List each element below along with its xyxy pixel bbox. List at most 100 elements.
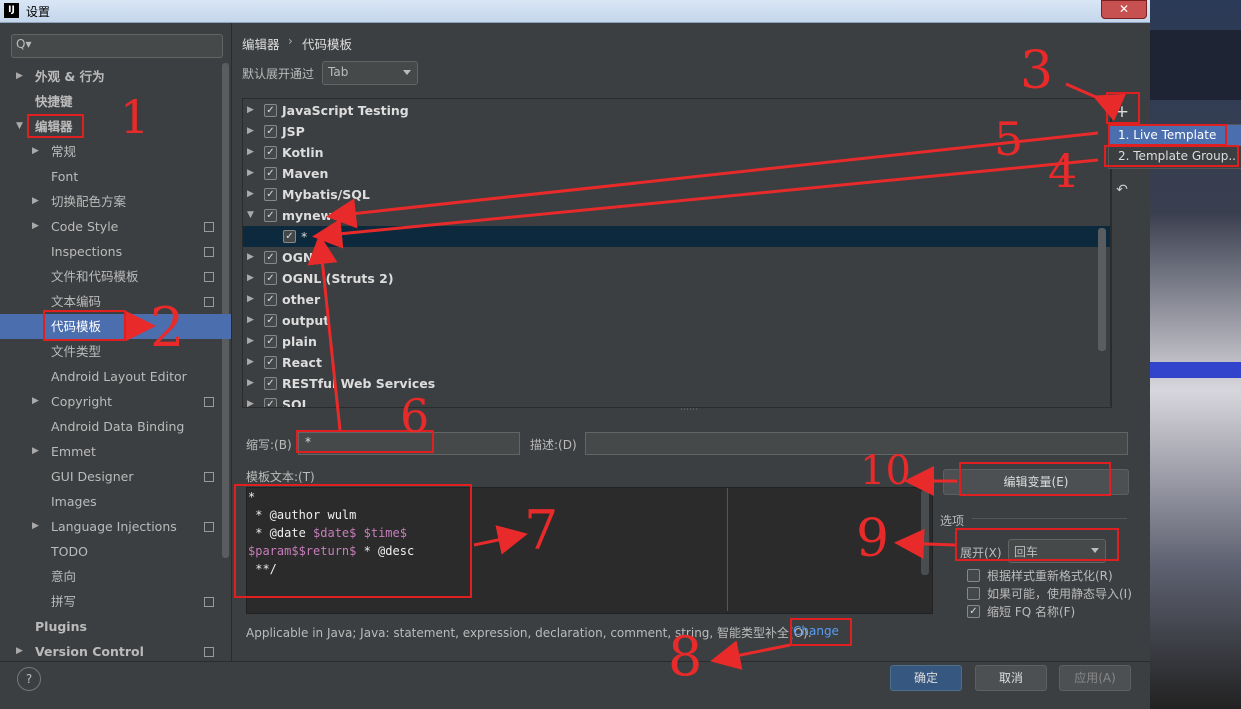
template-group-row[interactable]: ▶ ✓ SQL xyxy=(243,394,1111,407)
template-checkbox[interactable]: ✓ xyxy=(264,314,277,327)
template-checkbox[interactable]: ✓ xyxy=(264,209,277,222)
splitter-handle[interactable]: ⋯⋯ xyxy=(680,405,698,415)
ok-button[interactable]: 确定 xyxy=(890,665,962,691)
template-checkbox[interactable]: ✓ xyxy=(264,146,277,159)
annotation-number: 6 xyxy=(400,389,430,443)
shorten-fq-checkbox[interactable]: ✓ xyxy=(967,605,980,618)
template-tree-scrollbar[interactable] xyxy=(1098,228,1106,351)
chevron-right-icon[interactable]: ▶ xyxy=(247,268,254,289)
sidebar-item[interactable]: 文件和代码模板 xyxy=(0,264,231,289)
template-group-row[interactable]: ▶ ✓ RESTful Web Services xyxy=(243,373,1111,394)
description-input[interactable] xyxy=(585,432,1128,455)
sidebar-item[interactable]: ▶ 外观 & 行为 xyxy=(0,64,231,89)
chevron-right-icon[interactable]: ▶ xyxy=(247,184,254,205)
template-group-row[interactable]: ▶ ✓ other xyxy=(243,289,1111,310)
sidebar-item-label: Code Style xyxy=(51,219,119,234)
chevron-right-icon[interactable]: ▶ xyxy=(32,514,39,539)
template-group-name: output xyxy=(282,313,330,328)
sidebar-item[interactable]: ▶ Version Control xyxy=(0,639,231,662)
sidebar-item[interactable]: ▶ Language Injections xyxy=(0,514,231,539)
template-checkbox[interactable]: ✓ xyxy=(264,251,277,264)
template-group-row[interactable]: ▶ ✓ output xyxy=(243,310,1111,331)
chevron-right-icon[interactable]: ▶ xyxy=(247,310,254,331)
sidebar-item[interactable]: 意向 xyxy=(0,564,231,589)
template-checkbox[interactable]: ✓ xyxy=(264,377,277,390)
template-group-row[interactable]: ▶ ✓ React xyxy=(243,352,1111,373)
static-import-checkbox[interactable] xyxy=(967,587,980,600)
cancel-button[interactable]: 取消 xyxy=(975,665,1047,691)
template-checkbox[interactable]: ✓ xyxy=(264,356,277,369)
chevron-right-icon[interactable]: ▶ xyxy=(247,373,254,394)
template-checkbox[interactable]: ✓ xyxy=(264,188,277,201)
sidebar-item-label: 快捷键 xyxy=(35,94,73,109)
chevron-right-icon[interactable]: ▶ xyxy=(247,331,254,352)
template-group-row[interactable]: ▶ ✓ Maven xyxy=(243,163,1111,184)
search-input[interactable]: Q▾ xyxy=(11,34,223,58)
sidebar-item[interactable]: Images xyxy=(0,489,231,514)
template-row[interactable]: ✓ * xyxy=(243,226,1111,247)
close-button[interactable]: ✕ xyxy=(1101,0,1147,19)
sidebar-item[interactable]: Inspections xyxy=(0,239,231,264)
chevron-right-icon[interactable]: ▶ xyxy=(32,139,39,164)
template-checkbox[interactable]: ✓ xyxy=(264,167,277,180)
template-checkbox[interactable]: ✓ xyxy=(264,293,277,306)
template-checkbox[interactable]: ✓ xyxy=(264,104,277,117)
chevron-down-icon[interactable]: ▼ xyxy=(247,205,254,226)
sidebar-item-label: 文件类型 xyxy=(51,344,102,359)
sidebar-item[interactable]: ▶ 常规 xyxy=(0,139,231,164)
sidebar-item[interactable]: ▶ Code Style xyxy=(0,214,231,239)
chevron-right-icon[interactable]: ▶ xyxy=(32,389,39,414)
annotation-box xyxy=(790,618,852,646)
template-checkbox[interactable]: ✓ xyxy=(264,398,277,407)
template-checkbox[interactable]: ✓ xyxy=(264,335,277,348)
sidebar-item[interactable]: 文件类型 xyxy=(0,339,231,364)
help-icon[interactable]: ? xyxy=(17,667,41,691)
template-checkbox[interactable]: ✓ xyxy=(264,272,277,285)
sidebar-item[interactable]: Plugins xyxy=(0,614,231,639)
chevron-right-icon[interactable]: ▶ xyxy=(247,289,254,310)
sidebar-item[interactable]: Android Layout Editor xyxy=(0,364,231,389)
expand-default-select[interactable]: Tab xyxy=(322,61,418,85)
chevron-right-icon[interactable]: ▶ xyxy=(16,64,23,89)
annotation-box xyxy=(234,484,472,598)
template-group-name: JSP xyxy=(282,124,305,139)
template-group-row[interactable]: ▶ ✓ Mybatis/SQL xyxy=(243,184,1111,205)
template-group-row[interactable]: ▶ ✓ OGNL (Struts 2) xyxy=(243,268,1111,289)
template-group-row[interactable]: ▶ ✓ JavaScript Testing xyxy=(243,100,1111,121)
sidebar-item[interactable]: GUI Designer xyxy=(0,464,231,489)
sidebar-item[interactable]: Font xyxy=(0,164,231,189)
template-checkbox[interactable]: ✓ xyxy=(283,230,296,243)
reformat-checkbox[interactable] xyxy=(967,569,980,582)
chevron-right-icon[interactable]: ▶ xyxy=(32,189,39,214)
chevron-right-icon[interactable]: ▶ xyxy=(32,214,39,239)
sidebar-item[interactable]: ▶ 切换配色方案 xyxy=(0,189,231,214)
annotation-box xyxy=(1104,145,1239,167)
undo-icon[interactable]: ↶ xyxy=(1110,182,1134,200)
apply-button[interactable]: 应用(A) xyxy=(1059,665,1131,691)
template-group-row[interactable]: ▶ ✓ Kotlin xyxy=(243,142,1111,163)
chevron-right-icon[interactable]: ▶ xyxy=(247,394,254,407)
chevron-right-icon[interactable]: ▶ xyxy=(32,439,39,464)
chevron-right-icon[interactable]: ▶ xyxy=(247,247,254,268)
template-group-row[interactable]: ▼ ✓ mynew xyxy=(243,205,1111,226)
chevron-right-icon[interactable]: ▶ xyxy=(16,639,23,662)
chevron-down-icon[interactable]: ▼ xyxy=(16,114,23,139)
chevron-right-icon[interactable]: ▶ xyxy=(247,163,254,184)
sidebar-item[interactable]: 快捷键 xyxy=(0,89,231,114)
sidebar-item-label: 文件和代码模板 xyxy=(51,269,139,284)
sidebar-item[interactable]: 拼写 xyxy=(0,589,231,614)
template-group-row[interactable]: ▶ ✓ OGNL xyxy=(243,247,1111,268)
template-group-row[interactable]: ▶ ✓ plain xyxy=(243,331,1111,352)
sidebar-item[interactable]: ▶ Emmet xyxy=(0,439,231,464)
sidebar-item[interactable]: TODO xyxy=(0,539,231,564)
chevron-right-icon[interactable]: ▶ xyxy=(247,352,254,373)
sidebar-item[interactable]: ▶ Copyright xyxy=(0,389,231,414)
sidebar-item[interactable]: Android Data Binding xyxy=(0,414,231,439)
chevron-right-icon[interactable]: ▶ xyxy=(247,121,254,142)
chevron-right-icon[interactable]: ▶ xyxy=(247,100,254,121)
template-group-row[interactable]: ▶ ✓ JSP xyxy=(243,121,1111,142)
chevron-right-icon[interactable]: ▶ xyxy=(247,142,254,163)
template-checkbox[interactable]: ✓ xyxy=(264,125,277,138)
sidebar-item-label: 拼写 xyxy=(51,594,77,609)
editor-scrollbar[interactable] xyxy=(921,490,929,575)
